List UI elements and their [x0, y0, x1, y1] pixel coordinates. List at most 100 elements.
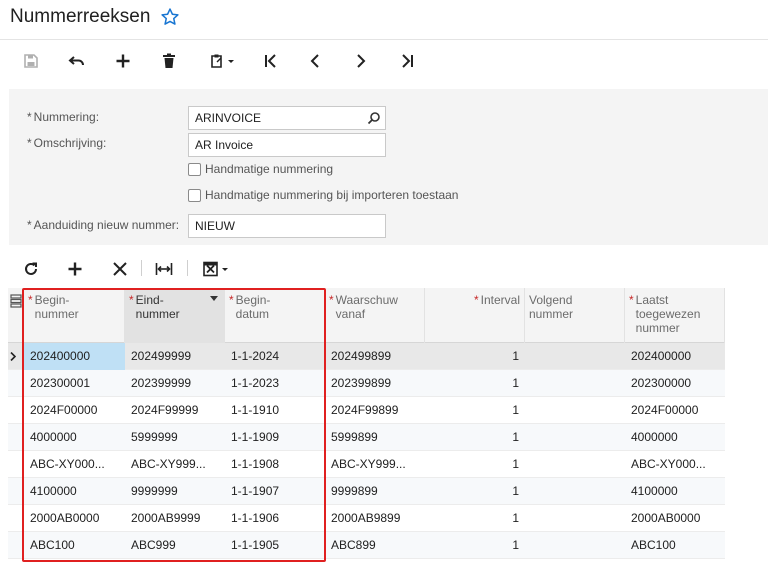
table-row[interactable]: 4000000 5999999 1-1-1909 5999899 1 4000000	[8, 424, 725, 451]
next-record-button[interactable]	[346, 46, 376, 76]
cell-volgend-nummer[interactable]	[525, 505, 625, 532]
cell-laatst-toegewezen[interactable]: 4100000	[625, 478, 725, 505]
cell-eind-nummer[interactable]: ABC999	[125, 532, 225, 559]
cell-volgend-nummer[interactable]	[525, 532, 625, 559]
omschrijving-label: * Omschrijving:	[27, 136, 107, 150]
handmatig-checkbox-row[interactable]: Handmatige nummering	[188, 162, 333, 176]
cell-waarschuw-vanaf[interactable]: 202399899	[325, 370, 425, 397]
cell-begin-datum[interactable]: 1-1-2023	[225, 370, 325, 397]
aanduiding-label: * Aanduiding nieuw nummer:	[27, 218, 180, 232]
cell-interval[interactable]: 1	[425, 532, 525, 559]
delete-row-button[interactable]	[105, 254, 135, 284]
add-button[interactable]	[108, 46, 138, 76]
cell-interval[interactable]: 1	[425, 370, 525, 397]
column-header-waarschuw-vanaf[interactable]: * Waarschuw vanaf	[325, 288, 425, 343]
star-icon[interactable]	[160, 7, 180, 27]
table-row[interactable]: ABC-XY000... ABC-XY999... 1-1-1908 ABC-XY99…	[8, 451, 725, 478]
cell-laatst-toegewezen[interactable]: 2024F00000	[625, 397, 725, 424]
cell-begin-datum[interactable]: 1-1-1905	[225, 532, 325, 559]
cell-laatst-toegewezen[interactable]: 2000AB0000	[625, 505, 725, 532]
cell-volgend-nummer[interactable]	[525, 397, 625, 424]
cell-laatst-toegewezen[interactable]: 4000000	[625, 424, 725, 451]
table-row[interactable]: 202400000 202499999 1-1-2024 202499899 1 2024…	[8, 343, 725, 370]
first-record-button[interactable]	[256, 46, 286, 76]
cell-volgend-nummer[interactable]	[525, 478, 625, 505]
title-bar: Nummerreeksen	[0, 0, 768, 40]
cell-waarschuw-vanaf[interactable]: 2024F99899	[325, 397, 425, 424]
export-menu-button[interactable]	[196, 254, 236, 284]
handmatig-import-checkbox[interactable]	[188, 188, 201, 202]
cell-interval[interactable]: 1	[425, 397, 525, 424]
cell-begin-datum[interactable]: 1-1-1907	[225, 478, 325, 505]
table-row[interactable]: 202300001 202399999 1-1-2023 202399899 1 2023…	[8, 370, 725, 397]
cell-laatst-toegewezen[interactable]: ABC-XY000...	[625, 451, 725, 478]
cell-waarschuw-vanaf[interactable]: 202499899	[325, 343, 425, 370]
cell-begin-datum[interactable]: 1-1-2024	[225, 343, 325, 370]
cell-laatst-toegewezen[interactable]: 202400000	[625, 343, 725, 370]
column-header-laatst-toegewezen[interactable]: * Laatst toegewezen nummer	[625, 288, 725, 343]
clipboard-menu-button[interactable]	[202, 46, 242, 76]
cell-eind-nummer[interactable]: 9999999	[125, 478, 225, 505]
delete-button[interactable]	[154, 46, 184, 76]
add-row-button[interactable]	[60, 254, 90, 284]
cell-volgend-nummer[interactable]	[525, 424, 625, 451]
table-row[interactable]: 2024F00000 2024F99999 1-1-1910 2024F99899 1 2…	[8, 397, 725, 424]
cell-eind-nummer[interactable]: ABC-XY999...	[125, 451, 225, 478]
previous-record-button[interactable]	[300, 46, 330, 76]
cell-begin-datum[interactable]: 1-1-1910	[225, 397, 325, 424]
cell-begin-nummer[interactable]: 4100000	[24, 478, 125, 505]
export-icon	[203, 261, 228, 277]
cell-eind-nummer[interactable]: 202399999	[125, 370, 225, 397]
cell-interval[interactable]: 1	[425, 505, 525, 532]
cell-waarschuw-vanaf[interactable]: ABC899	[325, 532, 425, 559]
column-config-icon[interactable]	[10, 294, 22, 308]
cell-laatst-toegewezen[interactable]: ABC100	[625, 532, 725, 559]
handmatig-import-checkbox-row[interactable]: Handmatige nummering bij importeren toes…	[188, 188, 458, 202]
handmatig-checkbox[interactable]	[188, 162, 201, 176]
column-header-interval[interactable]: * Interval	[425, 288, 525, 343]
cell-eind-nummer[interactable]: 5999999	[125, 424, 225, 451]
cell-volgend-nummer[interactable]	[525, 451, 625, 478]
cell-interval[interactable]: 1	[425, 451, 525, 478]
column-header-begin-datum[interactable]: * Begin- datum	[225, 288, 325, 343]
cell-waarschuw-vanaf[interactable]: 2000AB9899	[325, 505, 425, 532]
cell-eind-nummer[interactable]: 202499999	[125, 343, 225, 370]
table-row[interactable]: ABC100 ABC999 1-1-1905 ABC899 1 ABC100	[8, 532, 725, 559]
cell-begin-nummer[interactable]: 2024F00000	[24, 397, 125, 424]
search-icon[interactable]	[367, 111, 381, 125]
last-record-button[interactable]	[392, 46, 422, 76]
cell-eind-nummer[interactable]: 2024F99999	[125, 397, 225, 424]
save-button[interactable]	[16, 46, 46, 76]
cell-eind-nummer[interactable]: 2000AB9999	[125, 505, 225, 532]
cell-volgend-nummer[interactable]	[525, 343, 625, 370]
nummering-field[interactable]: ARINVOICE	[188, 106, 386, 130]
fit-columns-button[interactable]	[149, 254, 179, 284]
undo-button[interactable]	[62, 46, 92, 76]
cell-begin-nummer[interactable]: 4000000	[24, 424, 125, 451]
cell-waarschuw-vanaf[interactable]: 5999899	[325, 424, 425, 451]
cell-interval[interactable]: 1	[425, 478, 525, 505]
cell-laatst-toegewezen[interactable]: 202300000	[625, 370, 725, 397]
nummering-value: ARINVOICE	[195, 111, 262, 125]
column-header-begin-nummer[interactable]: * Begin- nummer	[24, 288, 125, 343]
table-row[interactable]: 2000AB0000 2000AB9999 1-1-1906 2000AB9899 1 2…	[8, 505, 725, 532]
cell-volgend-nummer[interactable]	[525, 370, 625, 397]
cell-interval[interactable]: 1	[425, 343, 525, 370]
cell-begin-datum[interactable]: 1-1-1908	[225, 451, 325, 478]
column-header-eind-nummer[interactable]: * Eind- nummer	[125, 288, 225, 343]
table-row[interactable]: 4100000 9999999 1-1-1907 9999899 1 4100000	[8, 478, 725, 505]
aanduiding-field[interactable]: NIEUW	[188, 214, 386, 238]
cell-begin-nummer[interactable]: 202400000	[24, 343, 125, 370]
cell-waarschuw-vanaf[interactable]: ABC-XY999...	[325, 451, 425, 478]
cell-begin-nummer[interactable]: 202300001	[24, 370, 125, 397]
cell-begin-nummer[interactable]: 2000AB0000	[24, 505, 125, 532]
cell-interval[interactable]: 1	[425, 424, 525, 451]
cell-begin-datum[interactable]: 1-1-1909	[225, 424, 325, 451]
cell-begin-nummer[interactable]: ABC-XY000...	[24, 451, 125, 478]
column-header-volgend-nummer[interactable]: Volgend nummer	[525, 288, 625, 343]
cell-begin-datum[interactable]: 1-1-1906	[225, 505, 325, 532]
refresh-button[interactable]	[16, 254, 46, 284]
cell-waarschuw-vanaf[interactable]: 9999899	[325, 478, 425, 505]
omschrijving-field[interactable]: AR Invoice	[188, 133, 386, 157]
cell-begin-nummer[interactable]: ABC100	[24, 532, 125, 559]
